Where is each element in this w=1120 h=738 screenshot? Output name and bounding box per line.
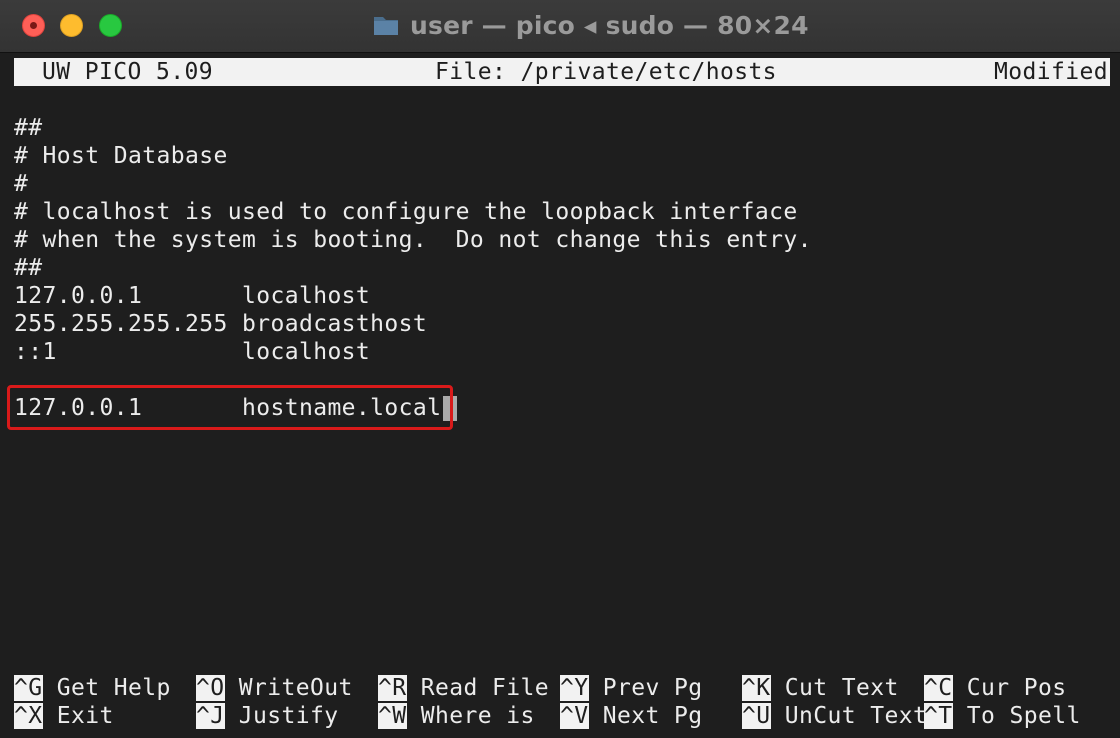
- text-line[interactable]: # when the system is booting. Do not cha…: [14, 226, 812, 254]
- shortcut-key: ^O: [196, 675, 225, 701]
- shortcut-label: Justify: [224, 703, 339, 729]
- title-bar[interactable]: user — pico ◂ sudo — 80×24: [0, 0, 1120, 53]
- shortcut-where-is[interactable]: ^W Where is: [378, 702, 535, 730]
- shortcut-key: ^R: [378, 675, 407, 701]
- shortcut-label: Where is: [406, 703, 535, 729]
- shortcut-cut-text[interactable]: ^K Cut Text: [742, 674, 899, 702]
- minimize-window-button[interactable]: [60, 14, 83, 37]
- text-line[interactable]: 127.0.0.1 localhost: [14, 282, 370, 310]
- terminal-window: user — pico ◂ sudo — 80×24 UW PICO 5.09 …: [0, 0, 1120, 738]
- text-line[interactable]: ##: [14, 254, 43, 282]
- text-line[interactable]: ::1 localhost: [14, 338, 370, 366]
- editor-area[interactable]: UW PICO 5.09 File: /private/etc/hosts Mo…: [0, 53, 1120, 738]
- shortcut-label: Exit: [42, 703, 114, 729]
- shortcut-exit[interactable]: ^X Exit: [14, 702, 114, 730]
- file-path: File: /private/etc/hosts: [435, 59, 777, 85]
- folder-icon: [374, 17, 398, 35]
- highlight-box: [7, 385, 453, 430]
- window-title: user — pico ◂ sudo — 80×24: [410, 10, 809, 40]
- pico-header-bar: UW PICO 5.09 File: /private/etc/hosts Mo…: [14, 58, 1110, 86]
- shortcut-key: ^C: [924, 675, 953, 701]
- shortcut-writeout[interactable]: ^O WriteOut: [196, 674, 353, 702]
- shortcut-label: Read File: [406, 675, 549, 701]
- window-title-group: user — pico ◂ sudo — 80×24: [372, 8, 809, 42]
- shortcut-key: ^X: [14, 703, 43, 729]
- shortcut-label: To Spell: [952, 703, 1081, 729]
- shortcut-justify[interactable]: ^J Justify: [196, 702, 338, 730]
- shortcut-to-spell[interactable]: ^T To Spell: [924, 702, 1081, 730]
- text-line[interactable]: # localhost is used to configure the loo…: [14, 198, 798, 226]
- close-window-button[interactable]: [22, 14, 45, 37]
- shortcut-label: Cut Text: [770, 675, 899, 701]
- shortcut-next-page[interactable]: ^V Next Pg: [560, 702, 702, 730]
- shortcut-label: UnCut Text: [770, 703, 928, 729]
- shortcut-label: Prev Pg: [588, 675, 703, 701]
- shortcut-label: Next Pg: [588, 703, 703, 729]
- shortcut-key: ^T: [924, 703, 953, 729]
- shortcut-read-file[interactable]: ^R Read File: [378, 674, 549, 702]
- text-line[interactable]: # Host Database: [14, 142, 228, 170]
- zoom-window-button[interactable]: [99, 14, 122, 37]
- shortcut-key: ^V: [560, 703, 589, 729]
- text-line[interactable]: ##: [14, 114, 43, 142]
- shortcut-get-help[interactable]: ^G Get Help: [14, 674, 171, 702]
- text-line[interactable]: #: [14, 170, 28, 198]
- shortcut-key: ^K: [742, 675, 771, 701]
- shortcut-label: Cur Pos: [952, 675, 1067, 701]
- shortcut-prev-page[interactable]: ^Y Prev Pg: [560, 674, 702, 702]
- shortcut-key: ^G: [14, 675, 43, 701]
- shortcut-cur-pos[interactable]: ^C Cur Pos: [924, 674, 1066, 702]
- shortcut-key: ^J: [196, 703, 225, 729]
- modified-status: Modified: [994, 59, 1108, 85]
- pico-version: UW PICO 5.09: [42, 59, 213, 85]
- shortcut-label: Get Help: [42, 675, 171, 701]
- shortcut-uncut-text[interactable]: ^U UnCut Text: [742, 702, 927, 730]
- text-line[interactable]: 255.255.255.255 broadcasthost: [14, 310, 427, 338]
- shortcut-label: WriteOut: [224, 675, 353, 701]
- shortcut-key: ^U: [742, 703, 771, 729]
- shortcut-key: ^W: [378, 703, 407, 729]
- shortcut-key: ^Y: [560, 675, 589, 701]
